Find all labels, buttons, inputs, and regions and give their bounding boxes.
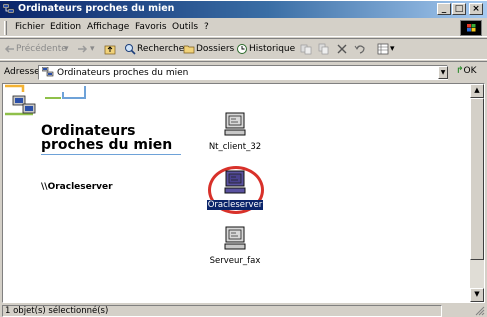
resize-grip-icon[interactable] [475,306,485,316]
address-bar: Adresse Ordinateurs proches du mien ▼ ↱O… [0,61,487,81]
computer-label: Oracleserver [206,200,264,210]
back-button[interactable]: Précédente [16,44,67,54]
views-dropdown-icon[interactable]: ▾ [390,44,395,54]
go-label: OK [463,66,477,76]
search-button[interactable]: Rechercher [137,44,188,54]
computer-icon [224,226,246,250]
undo-icon[interactable] [354,43,366,55]
toolbar: Précédente ▾ ▾ Rechercher Dossiers Histo… [0,38,487,60]
computer-label: Nt_client_32 [208,142,262,152]
panel-banner-icon [5,84,86,116]
folders-button[interactable]: Dossiers [196,44,234,54]
delete-icon[interactable] [336,43,348,55]
computer-item-oracleserver[interactable]: Oracleserver [195,170,275,210]
windows-logo-icon [460,20,482,36]
copy-to-icon[interactable] [318,43,330,55]
up-folder-icon[interactable] [104,43,116,55]
menu-help[interactable]: ? [204,22,209,32]
menu-bar: Fichier Edition Affichage Favoris Outils… [0,19,487,37]
menu-affichage[interactable]: Affichage [87,22,129,32]
views-icon[interactable] [377,43,389,55]
content-pane: Ordinateurs proches du mien \\Oracleserv… [2,83,485,303]
close-button[interactable]: × [469,3,483,15]
forward-dropdown-icon[interactable]: ▾ [90,44,95,54]
go-arrow-icon: ↱ [456,66,464,76]
address-dropdown-button[interactable]: ▼ [438,66,448,79]
status-bar: 1 objet(s) sélectionné(s) [0,304,487,317]
computer-icon [224,170,246,194]
forward-arrow-icon[interactable] [76,43,88,55]
menu-outils[interactable]: Outils [172,22,198,32]
computer-label: Serveur_fax [209,256,261,266]
address-field[interactable]: Ordinateurs proches du mien [38,65,448,80]
panel-server-name: \\Oracleserver [41,182,113,192]
window-title: Ordinateurs proches du mien [18,3,175,14]
panel-divider [41,154,181,155]
computer-item-serveur-fax[interactable]: Serveur_fax [195,226,275,266]
panel-title: Ordinateurs proches du mien [41,123,173,153]
menu-edition[interactable]: Edition [50,22,81,32]
go-button[interactable]: ↱OK [456,66,477,76]
menu-favoris[interactable]: Favoris [135,22,167,32]
scroll-down-button[interactable]: ▼ [470,288,484,302]
folders-icon [183,45,195,54]
menu-fichier[interactable]: Fichier [15,22,44,32]
scroll-thumb[interactable] [470,98,484,260]
vertical-scrollbar[interactable]: ▲ ▼ [470,84,484,302]
back-arrow-icon [4,45,14,53]
status-text: 1 objet(s) sélectionné(s) [2,305,442,317]
scroll-up-button[interactable]: ▲ [470,84,484,98]
maximize-button[interactable]: □ [452,3,466,15]
move-to-icon[interactable] [300,43,312,55]
menu-grip [4,21,7,35]
computer-item-nt-client[interactable]: Nt_client_32 [195,112,275,152]
back-dropdown-icon[interactable]: ▾ [64,44,69,54]
network-computers-icon [42,67,54,77]
search-icon [125,44,136,55]
computer-icon [224,112,246,136]
minimize-button[interactable]: _ [437,3,451,15]
network-computers-icon [3,3,15,14]
explorer-window: Ordinateurs proches du mien _ □ × Fichie… [0,1,487,317]
address-value: Ordinateurs proches du mien [57,68,189,78]
history-button[interactable]: Historique [249,44,295,54]
address-label: Adresse [4,67,40,77]
title-bar[interactable]: Ordinateurs proches du mien _ □ × [0,1,487,18]
history-icon [237,44,247,54]
